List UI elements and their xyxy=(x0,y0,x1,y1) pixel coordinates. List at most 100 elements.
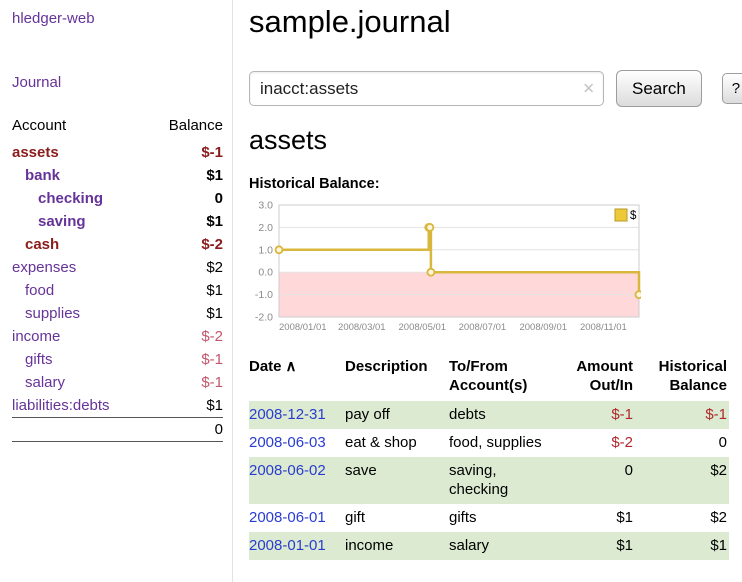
svg-text:1.0: 1.0 xyxy=(258,244,273,256)
transaction-balance: $2 xyxy=(643,504,729,532)
account-row: liabilities:debts $1 xyxy=(12,394,223,417)
date-header-label: Date xyxy=(249,358,282,375)
clear-search-icon[interactable]: ✕ xyxy=(582,79,595,97)
account-link[interactable]: liabilities:debts xyxy=(12,396,110,415)
transaction-date-cell: 2008-06-02 xyxy=(249,457,345,504)
transaction-balance: $2 xyxy=(643,457,729,504)
transaction-balance: $-1 xyxy=(643,401,729,429)
account-link[interactable]: cash xyxy=(12,235,59,254)
balance-column-header: Historical Balance xyxy=(643,357,729,401)
balance-column-label: Balance xyxy=(169,117,223,134)
transaction-amount: $1 xyxy=(567,532,643,560)
register-row: 2008-06-03eat & shopfood, supplies$-20 xyxy=(249,429,729,457)
transaction-date-cell: 2008-06-01 xyxy=(249,504,345,532)
account-link[interactable]: expenses xyxy=(12,258,76,277)
account-row: expenses$2 xyxy=(12,256,223,279)
transaction-account: gifts xyxy=(449,504,567,532)
app-title: hledger-web xyxy=(12,10,223,28)
account-row: gifts $-1 xyxy=(12,348,223,371)
chart-title: Historical Balance: xyxy=(249,176,742,192)
account-row: cash $-2 xyxy=(12,233,223,256)
account-link[interactable]: food xyxy=(12,281,54,300)
transaction-date-link[interactable]: 2008-12-31 xyxy=(249,406,326,423)
transaction-amount: $1 xyxy=(567,504,643,532)
account-column-header: To/From Account(s) xyxy=(449,357,567,401)
account-link[interactable]: income xyxy=(12,327,60,346)
search-input[interactable] xyxy=(249,71,604,106)
transaction-balance: 0 xyxy=(643,429,729,457)
transaction-date-link[interactable]: 2008-06-02 xyxy=(249,462,326,479)
main-content: sample.journal ✕ Search ? assets Histori… xyxy=(233,0,742,582)
account-row: supplies $1 xyxy=(12,302,223,325)
transaction-date-link[interactable]: 2008-06-03 xyxy=(249,434,326,451)
account-link[interactable]: bank xyxy=(12,166,60,185)
account-row: salary$-1 xyxy=(12,371,223,394)
register-row: 2008-06-01 giftgifts$1$2 xyxy=(249,504,729,532)
register-row: 2008-01-01incomesalary$1$1 xyxy=(249,532,729,560)
account-balance: $-1 xyxy=(201,350,223,369)
transaction-description: pay off xyxy=(345,401,449,429)
transaction-account: saving, checking xyxy=(449,457,567,504)
transaction-date-link[interactable]: 2008-06-01 xyxy=(249,509,326,526)
account-row: saving $1 xyxy=(12,210,223,233)
sidebar-item-journal[interactable]: Journal xyxy=(12,74,61,91)
balance-chart-svg: 3.02.01.00.0-1.0-2.02008/01/012008/03/01… xyxy=(249,200,641,336)
register-row: 2008-06-02 savesaving, checking0$2 xyxy=(249,457,729,504)
transaction-description: eat & shop xyxy=(345,429,449,457)
app-title-link[interactable]: hledger-web xyxy=(12,10,95,27)
account-balance: $-2 xyxy=(201,327,223,346)
account-column-label: Account xyxy=(12,117,66,134)
page-title: sample.journal xyxy=(249,4,742,40)
account-link[interactable]: assets xyxy=(12,143,59,162)
account-link[interactable]: saving xyxy=(12,212,86,231)
account-balance: $1 xyxy=(206,212,223,231)
account-link[interactable]: gifts xyxy=(12,350,53,369)
svg-text:2008/11/01: 2008/11/01 xyxy=(580,322,627,333)
transaction-date-cell: 2008-01-01 xyxy=(249,532,345,560)
account-balance: $1 xyxy=(206,304,223,323)
account-balance: 0 xyxy=(215,189,223,208)
account-row: checking 0 xyxy=(12,187,223,210)
sort-ascending-icon: ∧ xyxy=(286,358,297,375)
account-balance: $-1 xyxy=(201,143,223,162)
svg-text:2008/05/01: 2008/05/01 xyxy=(399,322,447,333)
transaction-amount: 0 xyxy=(567,457,643,504)
svg-text:2008/01/01: 2008/01/01 xyxy=(279,322,327,333)
transaction-description: income xyxy=(345,532,449,560)
accounts-total-row: 0 xyxy=(12,417,223,442)
transaction-date-link[interactable]: 2008-01-01 xyxy=(249,537,326,554)
svg-text:2008/07/01: 2008/07/01 xyxy=(459,322,507,333)
legend-label: $ xyxy=(630,210,637,222)
transaction-description: gift xyxy=(345,504,449,532)
amount-column-header: Amount Out/In xyxy=(567,357,643,401)
accounts-total-value: 0 xyxy=(215,420,223,439)
transaction-account: debts xyxy=(449,401,567,429)
search-button[interactable]: Search xyxy=(616,70,702,107)
account-link[interactable]: supplies xyxy=(12,304,80,323)
accounts-table: Account Balance assets $-1 bank $1 checking 0… xyxy=(12,117,223,442)
transaction-date-cell: 2008-12-31 xyxy=(249,401,345,429)
account-link[interactable]: checking xyxy=(12,189,103,208)
help-button[interactable]: ? xyxy=(722,73,742,104)
date-column-header[interactable]: Date∧ xyxy=(249,357,345,401)
transaction-account: food, supplies xyxy=(449,429,567,457)
transaction-description: save xyxy=(345,457,449,504)
register-header-row: Date∧ Description To/From Account(s) Amo… xyxy=(249,357,729,401)
transaction-balance: $1 xyxy=(643,532,729,560)
search-input-wrap: ✕ xyxy=(249,71,604,106)
svg-text:-2.0: -2.0 xyxy=(255,312,273,324)
account-row: assets $-1 xyxy=(12,141,223,164)
transaction-date-cell: 2008-06-03 xyxy=(249,429,345,457)
legend-swatch xyxy=(615,209,627,221)
app-window: hledger-web Journal Account Balance asse… xyxy=(0,0,742,582)
sidebar: hledger-web Journal Account Balance asse… xyxy=(0,0,233,582)
account-heading: assets xyxy=(249,125,742,156)
svg-text:2008/03/01: 2008/03/01 xyxy=(338,322,386,333)
account-row: income $-2 xyxy=(12,325,223,348)
transaction-amount: $-1 xyxy=(567,401,643,429)
svg-text:2.0: 2.0 xyxy=(258,222,273,234)
account-balance: $-2 xyxy=(201,235,223,254)
historical-balance-chart: 3.02.01.00.0-1.0-2.02008/01/012008/03/01… xyxy=(249,200,742,341)
account-link[interactable]: salary xyxy=(12,373,65,392)
account-balance: $1 xyxy=(206,396,223,415)
